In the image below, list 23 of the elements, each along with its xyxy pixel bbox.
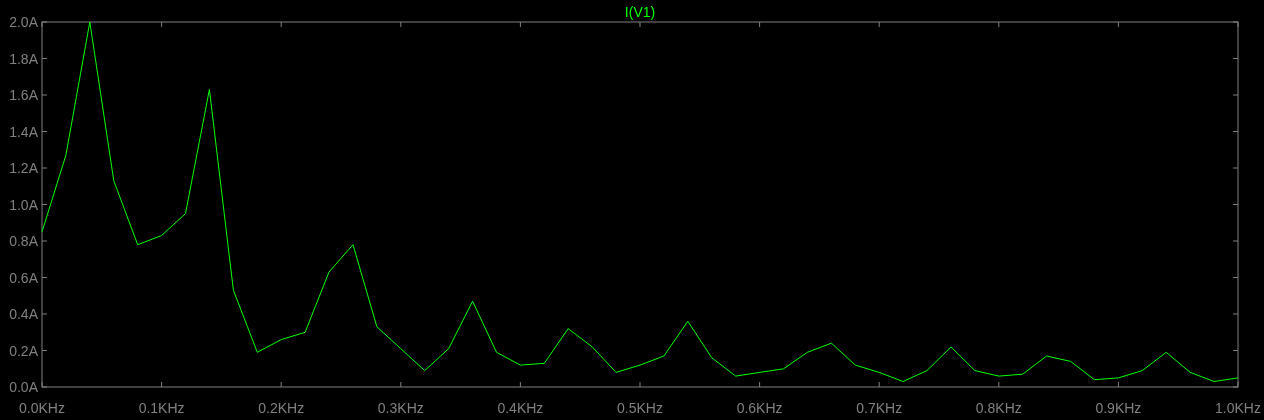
y-tick-label: 0.2A [9, 342, 38, 359]
x-tick-label: 0.2KHz [258, 400, 305, 416]
x-tick-label: 0.8KHz [975, 400, 1022, 416]
x-tick-label: 0.3KHz [377, 400, 424, 416]
x-tick-label: 0.6KHz [736, 400, 783, 416]
y-tick-label: 0.8A [9, 233, 38, 249]
y-tick-label: 0.6A [9, 269, 38, 286]
y-tick-label: 0.4A [9, 306, 38, 322]
x-tick-label: 0.1KHz [138, 400, 185, 416]
x-tick-label: 0.7KHz [856, 400, 903, 416]
y-tick-label: 1.4A [9, 123, 38, 140]
y-tick-label: 1.6A [9, 87, 38, 103]
x-tick-label: 1.0KHz [1215, 400, 1261, 416]
x-tick-label: 0.9KHz [1095, 400, 1142, 416]
x-tick-label: 0.4KHz [497, 400, 544, 416]
y-tick-label: 1.2A [9, 160, 38, 176]
y-tick-label: 0.0A [9, 379, 38, 395]
y-tick-label: 2.0A [9, 14, 38, 30]
y-tick-label: 1.0A [9, 196, 38, 213]
y-tick-label: 1.8A [9, 50, 38, 67]
x-tick-label: 0.5KHz [617, 400, 663, 416]
x-tick-label: 0.0KHz [19, 400, 65, 416]
chart-title: I(V1) [624, 4, 656, 20]
